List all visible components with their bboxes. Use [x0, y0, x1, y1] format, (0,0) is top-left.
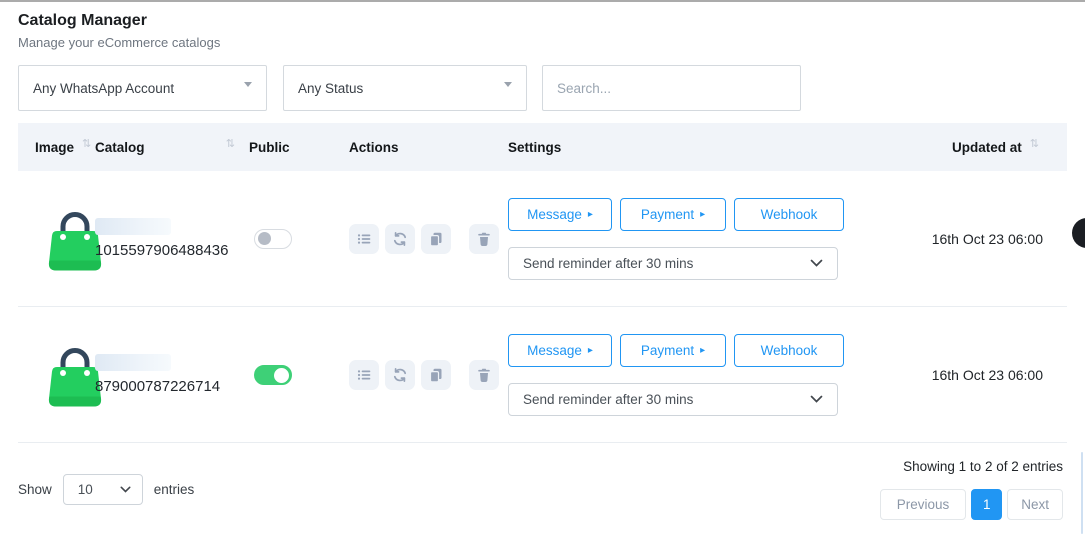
- delete-button[interactable]: [469, 224, 499, 254]
- toggle-knob: [274, 368, 289, 383]
- trash-icon: [476, 231, 492, 247]
- updated-at-cell: 16th Oct 23 06:00: [863, 367, 1067, 383]
- table-header: Image ⇅ Catalog ⇅ Public Actions Setting…: [18, 123, 1067, 171]
- actions-cell: [349, 360, 508, 390]
- pagination: Previous 1 Next: [880, 489, 1063, 520]
- search-input[interactable]: [543, 66, 800, 110]
- sync-button[interactable]: [385, 360, 415, 390]
- table-row: 1015597906488436: [18, 171, 1067, 307]
- column-header-image[interactable]: Image ⇅: [18, 140, 95, 155]
- toggle-knob: [258, 232, 271, 245]
- show-label: Show: [18, 482, 52, 497]
- caret-down-icon: [504, 82, 512, 87]
- reminder-select-value: Send reminder after 30 mins: [523, 392, 693, 407]
- submenu-caret-icon: ▸: [588, 346, 593, 356]
- page-size-value: 10: [78, 482, 93, 497]
- next-page-button[interactable]: Next: [1007, 489, 1063, 520]
- column-header-settings: Settings: [508, 140, 863, 155]
- catalog-image-cell: [18, 206, 95, 272]
- whatsapp-account-select-value: Any WhatsApp Account: [33, 81, 174, 96]
- search-box: [542, 65, 801, 111]
- webhook-button[interactable]: Webhook: [734, 334, 844, 367]
- reminder-select[interactable]: Send reminder after 30 mins: [508, 247, 838, 280]
- catalog-name-cell: 879000787226714: [95, 354, 249, 395]
- previous-page-button[interactable]: Previous: [880, 489, 967, 520]
- filters-bar: Any WhatsApp Account Any Status: [18, 65, 1067, 111]
- public-toggle[interactable]: [254, 229, 292, 249]
- sort-icon[interactable]: ⇅: [82, 137, 91, 150]
- reminder-select[interactable]: Send reminder after 30 mins: [508, 383, 838, 416]
- pagination-block: Showing 1 to 2 of 2 entries Previous 1 N…: [880, 459, 1063, 520]
- message-dropdown-button[interactable]: Message ▸: [508, 198, 612, 231]
- page-size-select[interactable]: 10: [63, 474, 143, 505]
- catalog-image-cell: [18, 342, 95, 408]
- catalog-manager-page: Catalog Manager Manage your eCommerce ca…: [0, 0, 1085, 538]
- payment-dropdown-button[interactable]: Payment ▸: [620, 198, 726, 231]
- sync-icon: [392, 231, 408, 247]
- trash-icon: [476, 367, 492, 383]
- page-size-group: Show 10 entries: [18, 459, 194, 520]
- catalog-id: 879000787226714: [95, 378, 249, 395]
- list-icon: [356, 231, 372, 247]
- status-select-value: Any Status: [298, 81, 363, 96]
- submenu-caret-icon: ▸: [700, 346, 705, 356]
- whatsapp-account-select[interactable]: Any WhatsApp Account: [18, 65, 267, 111]
- column-header-updated-at[interactable]: Updated at ⇅: [863, 140, 1067, 155]
- entries-summary: Showing 1 to 2 of 2 entries: [903, 459, 1063, 474]
- message-dropdown-button[interactable]: Message ▸: [508, 334, 612, 367]
- sort-icon[interactable]: ⇅: [1030, 137, 1039, 150]
- sort-icon[interactable]: ⇅: [226, 137, 235, 150]
- products-list-button[interactable]: [349, 360, 379, 390]
- copy-icon: [428, 231, 444, 247]
- caret-down-icon: [244, 82, 252, 87]
- page-title: Catalog Manager: [18, 12, 1067, 30]
- chevron-down-icon: [810, 395, 823, 403]
- submenu-caret-icon: ▸: [700, 210, 705, 220]
- products-list-button[interactable]: [349, 224, 379, 254]
- public-cell: [249, 365, 349, 385]
- column-header-public: Public: [249, 140, 349, 155]
- payment-dropdown-button[interactable]: Payment ▸: [620, 334, 726, 367]
- catalog-id: 1015597906488436: [95, 242, 249, 259]
- entries-label: entries: [154, 482, 195, 497]
- page-subtitle: Manage your eCommerce catalogs: [18, 35, 1067, 50]
- list-icon: [356, 367, 372, 383]
- catalog-name-cell: 1015597906488436: [95, 218, 249, 259]
- right-edge-divider: [1081, 452, 1083, 534]
- sync-button[interactable]: [385, 224, 415, 254]
- table-footer: Show 10 entries Showing 1 to 2 of 2 entr…: [18, 459, 1067, 520]
- chevron-down-icon: [120, 486, 131, 493]
- redacted-catalog-name: [95, 218, 171, 235]
- settings-cell: Message ▸ Payment ▸ Webhook Send reminde…: [508, 334, 863, 416]
- copy-button[interactable]: [421, 360, 451, 390]
- copy-icon: [428, 367, 444, 383]
- column-header-actions: Actions: [349, 140, 508, 155]
- chevron-down-icon: [810, 259, 823, 267]
- updated-at-cell: 16th Oct 23 06:00: [863, 231, 1067, 247]
- delete-button[interactable]: [469, 360, 499, 390]
- public-cell: [249, 229, 349, 249]
- reminder-select-value: Send reminder after 30 mins: [523, 256, 693, 271]
- copy-button[interactable]: [421, 224, 451, 254]
- submenu-caret-icon: ▸: [588, 210, 593, 220]
- webhook-button[interactable]: Webhook: [734, 198, 844, 231]
- actions-cell: [349, 224, 508, 254]
- status-select[interactable]: Any Status: [283, 65, 527, 111]
- current-page-button[interactable]: 1: [971, 489, 1002, 520]
- public-toggle[interactable]: [254, 365, 292, 385]
- table-row: 879000787226714: [18, 307, 1067, 443]
- redacted-catalog-name: [95, 354, 171, 371]
- settings-cell: Message ▸ Payment ▸ Webhook Send reminde…: [508, 198, 863, 280]
- column-header-catalog[interactable]: Catalog ⇅: [95, 140, 249, 155]
- sync-icon: [392, 367, 408, 383]
